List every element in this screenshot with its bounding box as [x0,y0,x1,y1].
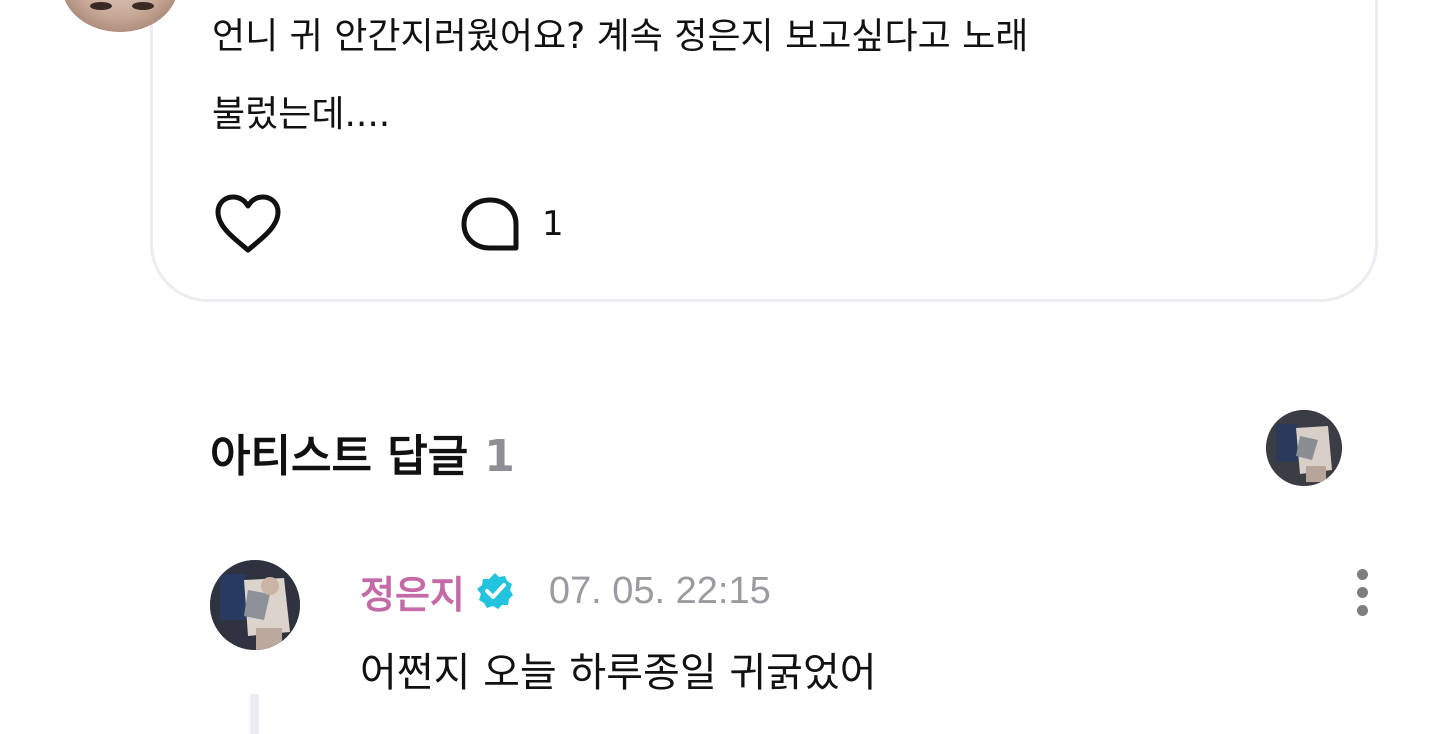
more-options-button[interactable] [1340,560,1384,624]
avatar-eye [90,2,112,10]
comment-count: 1 [542,204,564,244]
more-vertical-icon [1356,586,1368,598]
reply-timestamp: 07. 05. 22:15 [548,569,771,612]
artist-replies-title: 아티스트 답글 [210,431,469,482]
artist-replies-count: 1 [484,431,515,482]
more-vertical-icon [1356,604,1368,616]
more-vertical-icon [1356,568,1368,580]
thread-line [250,694,259,734]
post-detail-page: 언니 귀 안간지러웠어요? 계속 정은지 보고싶다고 노래 불렀는데.... 1… [0,0,1440,734]
post-text: 언니 귀 안간지러웠어요? 계속 정은지 보고싶다고 노래 불렀는데.... [212,16,1029,135]
heart-icon [215,194,281,253]
avatar-eye [132,2,154,10]
like-button[interactable] [210,190,286,258]
reply-text: 어쩐지 오늘 하루종일 귀굵었어 [360,650,877,696]
reply-author-avatar[interactable] [210,560,300,650]
comment-bubble-icon [461,197,519,251]
verified-badge-icon [475,571,515,611]
reply-author-name[interactable]: 정은지 [360,564,465,619]
comment-button[interactable]: 1 [458,190,564,258]
artist-replies-header: 아티스트 답글 1 [210,420,515,484]
artist-avatar[interactable] [1266,410,1342,486]
reply-header: 정은지 07. 05. 22:15 [360,564,771,619]
artist-photo-icon [1266,410,1342,486]
artist-photo-icon [210,560,300,650]
